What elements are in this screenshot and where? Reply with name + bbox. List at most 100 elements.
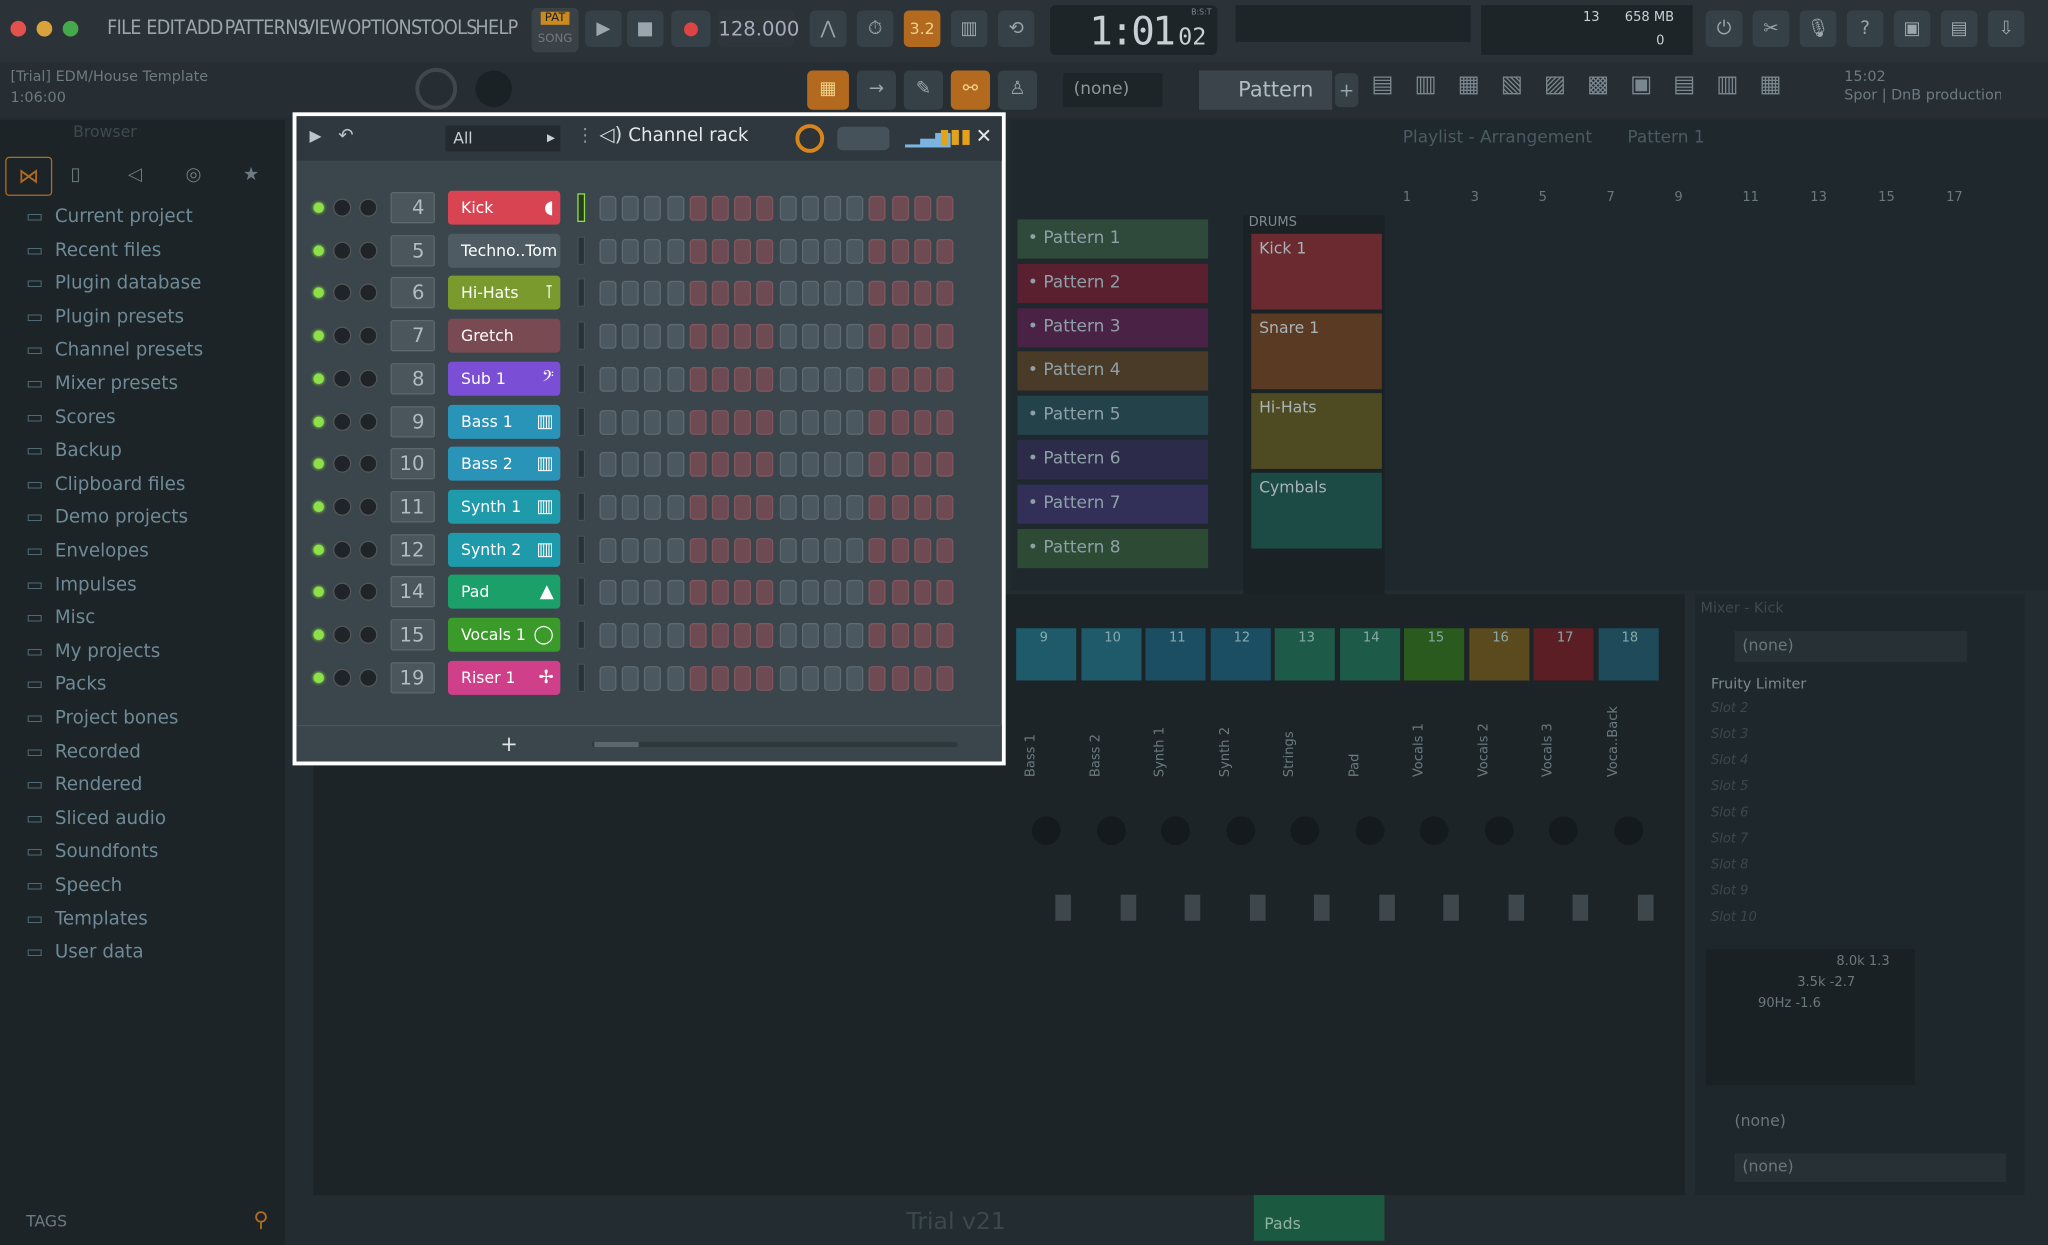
step-length-control[interactable] xyxy=(837,126,890,151)
channel-volume-knob[interactable] xyxy=(333,241,352,260)
track-clip[interactable]: Snare 1 xyxy=(1251,313,1382,390)
step-button[interactable] xyxy=(734,366,752,392)
step-button[interactable] xyxy=(846,494,864,520)
step-button[interactable] xyxy=(734,580,752,606)
mixer-slot[interactable]: Slot 6 xyxy=(1711,806,1749,820)
step-button[interactable] xyxy=(666,281,684,307)
pattern-selector[interactable]: Pattern 1 xyxy=(1198,70,1333,141)
step-button[interactable] xyxy=(914,366,931,392)
channel-button[interactable]: Vocals 1 ◯ xyxy=(447,617,561,652)
step-button[interactable] xyxy=(756,409,774,435)
step-button[interactable] xyxy=(936,366,954,392)
channel-button[interactable]: Bass 1 ▥ xyxy=(447,404,561,439)
volume-fader[interactable] xyxy=(1443,894,1459,921)
step-button[interactable] xyxy=(644,537,662,563)
mixer-slot[interactable]: Slot 9 xyxy=(1711,884,1749,898)
mixer-slot[interactable]: Slot 2 xyxy=(1711,701,1749,715)
draw-icon[interactable]: ✎ xyxy=(903,70,944,110)
step-button[interactable] xyxy=(936,409,954,435)
volume-fader[interactable] xyxy=(1055,894,1072,921)
step-button[interactable] xyxy=(891,238,909,264)
step-button[interactable] xyxy=(801,195,819,221)
step-button[interactable] xyxy=(621,494,639,520)
step-button[interactable] xyxy=(846,665,864,691)
step-button[interactable] xyxy=(621,623,639,648)
step-button[interactable] xyxy=(644,281,662,307)
step-button[interactable] xyxy=(689,409,707,435)
channel-mixer-track[interactable]: 14 xyxy=(390,576,435,608)
step-button[interactable] xyxy=(846,281,864,307)
browser-item[interactable]: ▭ Plugin database xyxy=(26,271,201,297)
step-button[interactable] xyxy=(801,623,819,648)
step-button[interactable] xyxy=(734,665,752,691)
pattern-item[interactable]: • Pattern 2 xyxy=(1017,263,1209,303)
channel-select-indicator[interactable] xyxy=(577,577,586,607)
step-button[interactable] xyxy=(689,366,707,392)
step-button[interactable] xyxy=(779,623,797,648)
step-button[interactable] xyxy=(824,195,842,221)
browser-item[interactable]: ▭ Recorded xyxy=(26,739,141,765)
step-button[interactable] xyxy=(824,366,842,392)
step-button[interactable] xyxy=(599,195,617,221)
step-button[interactable] xyxy=(824,238,842,264)
step-button[interactable] xyxy=(644,195,662,221)
channel-mute-led[interactable] xyxy=(313,501,324,512)
step-button[interactable] xyxy=(936,623,954,648)
step-button[interactable] xyxy=(621,366,639,392)
channel-volume-knob[interactable] xyxy=(333,326,352,345)
pan-knob[interactable] xyxy=(1419,816,1449,846)
channel-select-indicator[interactable] xyxy=(577,406,586,436)
volume-fader[interactable] xyxy=(1249,894,1265,921)
menu-patterns[interactable]: PATTERNS xyxy=(225,16,309,40)
step-button[interactable] xyxy=(824,409,842,435)
step-button[interactable] xyxy=(644,409,662,435)
rack-scrollbar[interactable] xyxy=(591,741,958,748)
tools-icon[interactable]: ✂ xyxy=(1752,10,1790,48)
volume-fader[interactable] xyxy=(1572,894,1589,921)
pads-track[interactable]: Pads xyxy=(1253,1188,1385,1241)
step-button[interactable] xyxy=(891,195,909,221)
step-button[interactable] xyxy=(801,580,819,606)
step-button[interactable] xyxy=(914,665,931,691)
eq-graph[interactable]: 8.0k 1.3 3.5k -2.7 90Hz -1.6 xyxy=(1705,949,1915,1086)
channel-mixer-track[interactable]: 19 xyxy=(390,661,435,694)
mixer-send-none[interactable]: (none) xyxy=(1735,1111,1967,1135)
channel-button[interactable]: Techno..Tom 01 xyxy=(447,233,561,268)
step-button[interactable] xyxy=(869,537,887,563)
browser-item[interactable]: ▭ Recent files xyxy=(26,237,161,263)
mixer-strip-header[interactable]: 16 xyxy=(1468,628,1529,681)
step-button[interactable] xyxy=(711,281,729,307)
step-button[interactable] xyxy=(936,281,954,307)
add-channel-button[interactable]: + xyxy=(500,731,518,756)
step-button[interactable] xyxy=(666,366,684,392)
channel-button[interactable]: Hi-Hats ⊺ xyxy=(447,276,561,311)
step-button[interactable] xyxy=(846,366,864,392)
channel-pan-knob[interactable] xyxy=(359,283,378,303)
search-icon[interactable]: ⚲ xyxy=(253,1207,268,1232)
channel-select-indicator[interactable] xyxy=(577,534,586,564)
close-rack-icon[interactable]: ✕ xyxy=(976,124,992,148)
channel-button[interactable]: Synth 1 ▥ xyxy=(447,489,561,524)
metronome-icon[interactable]: ⋀ xyxy=(809,10,847,48)
step-button[interactable] xyxy=(869,281,887,307)
step-button[interactable] xyxy=(711,623,729,648)
step-button[interactable] xyxy=(869,494,887,520)
step-button[interactable] xyxy=(666,537,684,563)
channel-select-indicator[interactable] xyxy=(577,193,586,223)
step-button[interactable] xyxy=(689,580,707,606)
step-button[interactable] xyxy=(756,665,774,691)
channel-pan-knob[interactable] xyxy=(359,241,378,260)
pattern-item[interactable]: • Pattern 3 xyxy=(1017,307,1209,347)
step-button[interactable] xyxy=(936,494,954,520)
step-button[interactable] xyxy=(824,494,842,520)
mixer-strip-header[interactable]: 11 xyxy=(1145,628,1206,681)
step-button[interactable] xyxy=(869,238,887,264)
step-button[interactable] xyxy=(846,324,864,349)
mixer-strip-header[interactable]: 18 xyxy=(1598,628,1659,681)
stamp-icon[interactable]: ♙ xyxy=(997,70,1038,110)
step-button[interactable] xyxy=(666,623,684,648)
channel-button[interactable]: Sub 1 𝄢 xyxy=(447,361,561,396)
step-button[interactable] xyxy=(936,452,954,477)
pan-knob[interactable] xyxy=(1096,816,1126,846)
track-clip[interactable]: Cymbals xyxy=(1251,472,1382,549)
